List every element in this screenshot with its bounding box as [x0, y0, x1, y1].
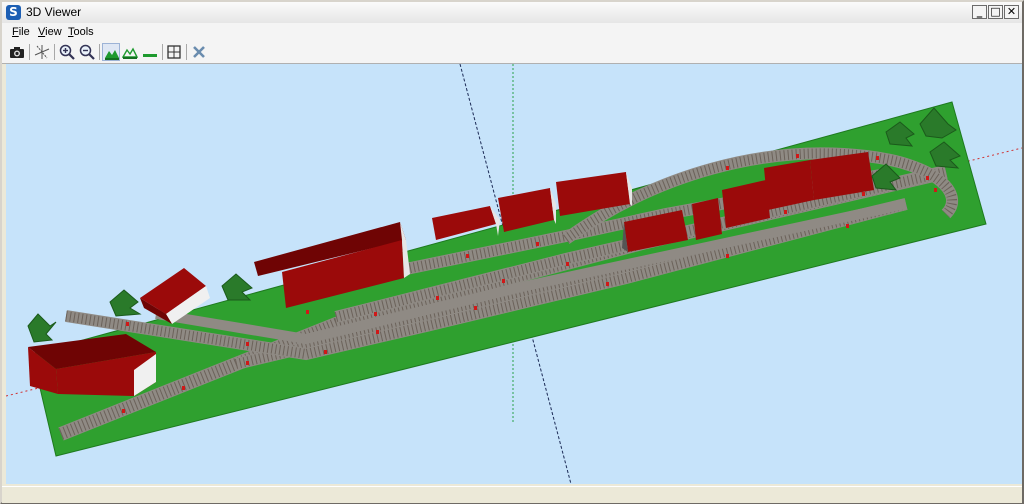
title-bar[interactable]: S 3D Viewer _ □ ✕: [2, 2, 1022, 24]
menu-tools[interactable]: Tools: [68, 25, 94, 39]
terrain-wire-button[interactable]: [121, 43, 139, 61]
menu-view[interactable]: View: [38, 25, 62, 39]
menu-file[interactable]: File: [12, 25, 30, 39]
snapshot-button[interactable]: [8, 43, 26, 61]
axes-button[interactable]: [33, 43, 51, 61]
building: [692, 198, 722, 240]
flat-view-button[interactable]: [141, 43, 159, 61]
close-tool-icon: [193, 46, 205, 58]
toolbar-separator: [54, 44, 55, 60]
axes-icon: [34, 45, 50, 59]
menu-file-accel: F: [12, 26, 19, 38]
flat-view-icon: [143, 54, 157, 57]
zoom-out-icon: [79, 44, 95, 60]
3d-viewport[interactable]: [6, 64, 1022, 484]
toolbar-separator: [162, 44, 163, 60]
menu-tools-label: ools: [73, 26, 94, 38]
terrain-wire-icon: [122, 47, 138, 59]
menu-bar: File View Tools: [2, 23, 1022, 41]
app-logo-icon: S: [6, 5, 21, 20]
maximize-button[interactable]: □: [988, 5, 1003, 19]
toolbar-separator: [29, 44, 30, 60]
menu-view-label: iew: [45, 26, 62, 38]
tool-close-button[interactable]: [190, 43, 208, 61]
toolbar-separator: [99, 44, 100, 60]
window-title: 3D Viewer: [26, 5, 82, 19]
zoom-in-button[interactable]: [58, 43, 76, 61]
close-button[interactable]: ✕: [1004, 5, 1019, 19]
status-bar: [2, 486, 1022, 503]
toolbar: [2, 41, 1022, 64]
terrain-view-icon: [105, 50, 119, 60]
layout-scene: [6, 64, 1022, 484]
minimize-button[interactable]: _: [972, 5, 987, 19]
fit-view-icon: [167, 45, 181, 59]
menu-file-label: ile: [18, 26, 30, 38]
tree: [109, 289, 142, 317]
zoom-in-icon: [59, 44, 75, 60]
zoom-out-button[interactable]: [78, 43, 96, 61]
toolbar-separator: [186, 44, 187, 60]
app-window: S 3D Viewer _ □ ✕ File View Tools: [0, 0, 1024, 504]
camera-icon: [10, 47, 24, 58]
tree: [27, 313, 57, 343]
terrain-view-button[interactable]: [102, 43, 120, 61]
fit-view-button[interactable]: [165, 43, 183, 61]
